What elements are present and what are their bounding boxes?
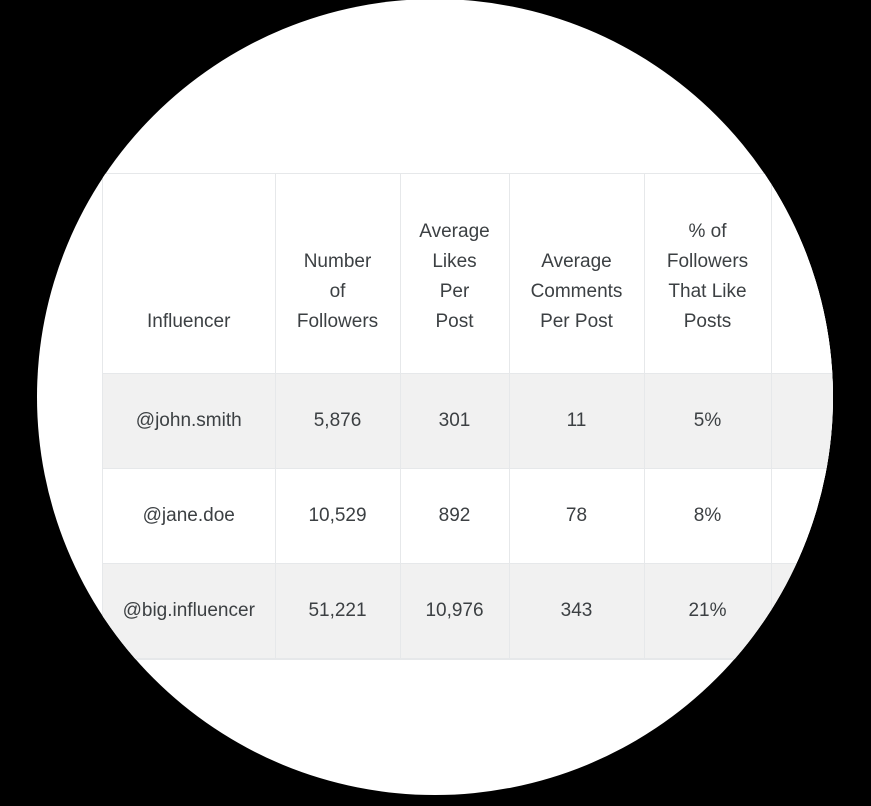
cell-influencer: @john.smith xyxy=(103,373,276,469)
influencer-metrics-table-container: Influencer Number of Followers Average L… xyxy=(103,174,833,659)
cell-number-of-followers: 5,876 xyxy=(275,373,401,469)
cell-number-of-followers: 10,529 xyxy=(275,468,401,564)
cell-overflow xyxy=(771,373,833,469)
column-header-overflow[interactable] xyxy=(771,174,833,374)
circular-stage: Influencer Number of Followers Average L… xyxy=(37,0,833,795)
column-header-number-of-followers[interactable]: Number of Followers xyxy=(275,174,401,374)
cell-average-likes-per-post: 10,976 xyxy=(400,563,510,659)
cell-influencer: @big.influencer xyxy=(103,563,276,659)
cell-average-comments-per-post: 343 xyxy=(509,563,645,659)
table-row[interactable]: @john.smith 5,876 301 11 5% xyxy=(103,373,833,469)
table-row[interactable]: @big.influencer 51,221 10,976 343 21% xyxy=(103,563,833,659)
column-header-average-likes-per-post[interactable]: Average Likes Per Post xyxy=(400,174,510,374)
cell-average-comments-per-post: 78 xyxy=(509,468,645,564)
cell-percent-followers-that-like-posts: 21% xyxy=(644,563,772,659)
column-header-percent-followers-that-like-posts[interactable]: % of Followers That Like Posts xyxy=(644,174,772,374)
cell-number-of-followers: 51,221 xyxy=(275,563,401,659)
cell-overflow xyxy=(771,563,833,659)
column-header-average-comments-per-post[interactable]: Average Comments Per Post xyxy=(509,174,645,374)
influencer-metrics-table: Influencer Number of Followers Average L… xyxy=(103,174,833,659)
cell-percent-followers-that-like-posts: 8% xyxy=(644,468,772,564)
table-body: @john.smith 5,876 301 11 5% @jane.doe 10… xyxy=(103,373,833,659)
table-row[interactable]: @jane.doe 10,529 892 78 8% xyxy=(103,468,833,564)
cell-percent-followers-that-like-posts: 5% xyxy=(644,373,772,469)
table-header-row: Influencer Number of Followers Average L… xyxy=(103,174,833,374)
cell-average-comments-per-post: 11 xyxy=(509,373,645,469)
table-header: Influencer Number of Followers Average L… xyxy=(103,174,833,374)
cell-overflow xyxy=(771,468,833,564)
cell-average-likes-per-post: 301 xyxy=(400,373,510,469)
cell-influencer: @jane.doe xyxy=(103,468,276,564)
column-header-influencer[interactable]: Influencer xyxy=(103,174,276,374)
cell-average-likes-per-post: 892 xyxy=(400,468,510,564)
